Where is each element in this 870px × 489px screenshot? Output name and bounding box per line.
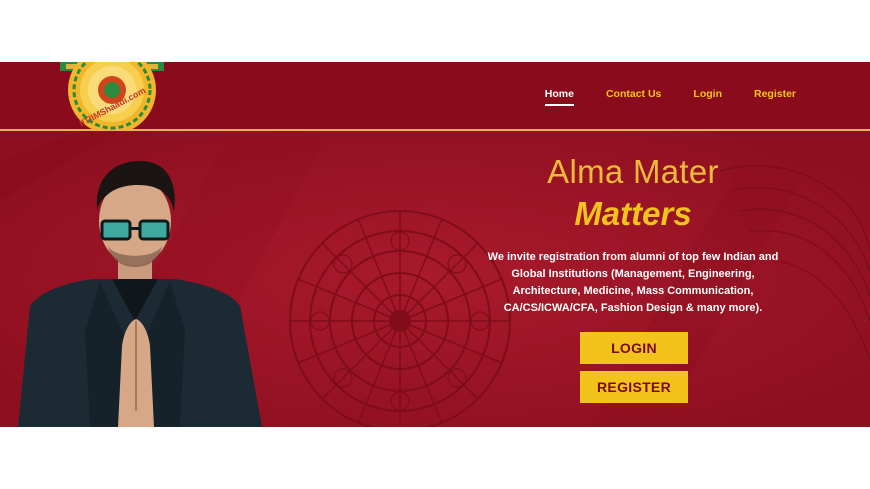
ambassador-photo	[18, 161, 262, 427]
nav-register[interactable]: Register	[754, 88, 796, 106]
nav-home[interactable]: Home	[544, 88, 574, 106]
main-nav: Home Contact Us Login Register	[544, 88, 796, 106]
hero-headline-line2: Matters	[574, 195, 692, 232]
login-button[interactable]: LOGIN	[580, 332, 688, 364]
register-button[interactable]: REGISTER	[580, 371, 688, 403]
site-logo[interactable]: IITIIMShaadi.com	[58, 62, 166, 130]
hero-headline-line1: Alma Mater	[547, 153, 719, 190]
hero-banner: Alma Mater Matters We invite registratio…	[0, 131, 870, 427]
nav-contact-us[interactable]: Contact Us	[606, 88, 661, 106]
nav-login[interactable]: Login	[693, 88, 722, 106]
site-header: IITIIMShaadi.com Home Contact Us Login R…	[0, 62, 870, 131]
hero-intro-text: We invite registration from alumni of to…	[487, 251, 779, 314]
